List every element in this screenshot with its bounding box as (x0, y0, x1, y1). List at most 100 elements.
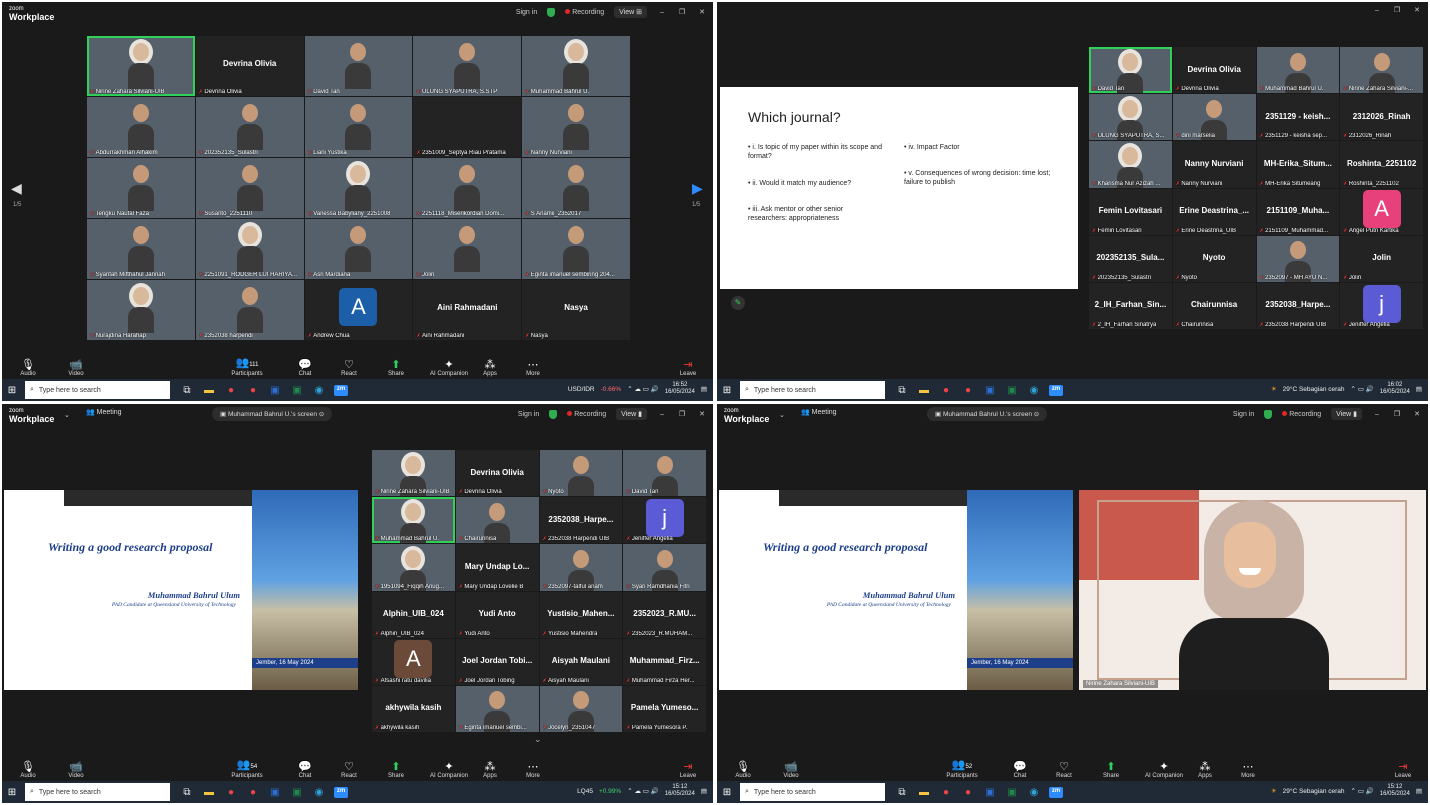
audio-button[interactable]: 🎙 Audio (8, 359, 48, 377)
react-button[interactable]: ♡ React (329, 761, 369, 779)
file-explorer-icon[interactable]: ▬ (202, 787, 216, 798)
participant-tile[interactable]: 2351129 - keish... 2351129 - keisha sep..… (1256, 94, 1340, 141)
excel-icon[interactable]: ▣ (290, 787, 304, 798)
participant-tile[interactable]: David Tan (1089, 47, 1172, 94)
ai-companion-button[interactable]: ✦ AI Companion (425, 761, 473, 779)
clock[interactable]: 15:12 16/05/2024 (665, 784, 695, 798)
participant-tile[interactable]: Nurajdina Harahap (87, 280, 195, 340)
participant-tile[interactable]: 1951094_Fiqqih Anug... (372, 544, 455, 591)
participant-tile[interactable]: ULUNG SYAPUTRA, S.STP (413, 36, 522, 96)
active-speaker-video[interactable]: Nirine Zahara Silviani-UIB (1079, 490, 1426, 690)
participant-tile[interactable]: 2352097-talful anam (539, 544, 623, 591)
participant-tile[interactable]: 2352038_Harpe... 2352038 Harpendi UIB (539, 497, 623, 544)
maximize-icon[interactable]: ❐ (677, 8, 687, 16)
word-icon[interactable]: ▣ (983, 385, 997, 396)
recording-indicator[interactable]: Recording (567, 411, 606, 418)
clock[interactable]: 16:52 16/05/2024 (665, 382, 695, 396)
participant-tile[interactable]: AAngel Putri Kartika (1340, 188, 1423, 235)
participant-tile[interactable]: Chairunnisa Chairunnisa (1172, 282, 1256, 329)
share-button[interactable]: ⬆ Share (1091, 761, 1131, 779)
tray-icons[interactable]: ⌃ ▭ 🔊 (1351, 787, 1374, 795)
chevron-down-icon[interactable]: ⌄ (534, 734, 542, 745)
participant-tile[interactable]: Liani Yustika (304, 97, 413, 157)
participant-tile[interactable]: 2352097 - MH AYU N... (1256, 235, 1340, 282)
chat-button[interactable]: 💬 Chat (285, 761, 325, 779)
meeting-info[interactable]: 👥 Meeting (801, 408, 837, 416)
participant-tile[interactable]: Nirine Zahara Silviani-... (1340, 47, 1423, 94)
file-explorer-icon[interactable]: ▬ (917, 787, 931, 798)
participant-tile[interactable]: Jolin (413, 219, 522, 279)
sign-in-button[interactable]: Sign in (518, 411, 539, 418)
zoom-taskbar-icon[interactable]: zm (334, 786, 348, 798)
participant-tile[interactable]: Femin Lovitasari Femin Lovitasari (1089, 188, 1172, 235)
participant-tile[interactable]: Devrina Olivia Devrina Olivia (455, 450, 539, 497)
video-button[interactable]: 📹 Video (56, 359, 96, 377)
participant-tile[interactable]: jJeniffer Angelia (1340, 282, 1423, 329)
participant-tile[interactable]: A Andrew Chua (304, 280, 413, 340)
participants-button[interactable]: 👥111 Participants (227, 357, 267, 377)
participant-tile[interactable]: Jolin Jolin (1340, 235, 1423, 282)
participant-tile[interactable]: Devrina Olivia Devrina Olivia (195, 36, 304, 96)
audio-button[interactable]: 🎙 Audio (8, 761, 48, 779)
prev-page-icon[interactable]: ◀ (11, 180, 22, 197)
chrome-icon[interactable]: ● (939, 385, 953, 396)
task-view-icon[interactable]: ⧉ (895, 385, 909, 396)
participant-tile[interactable]: 202352135_Sula... 202352135_Sulastri (1089, 235, 1172, 282)
participant-tile[interactable]: AAfsashi ratu davilia (372, 638, 455, 685)
edge-icon[interactable]: ◉ (1027, 787, 1041, 798)
notification-icon[interactable]: ▤ (1416, 385, 1422, 393)
word-icon[interactable]: ▣ (268, 787, 282, 798)
audio-button[interactable]: 🎙 Audio (723, 761, 763, 779)
participant-tile[interactable]: Devrina Olivia Devrina Olivia (1172, 47, 1256, 94)
leave-button[interactable]: ⇥ Leave (668, 359, 708, 377)
participant-tile[interactable]: Erine Deastrina_... Erine Deastrina_UIB (1172, 188, 1256, 235)
participant-tile[interactable]: Aisyah Maulani Aisyah Maulani (539, 638, 623, 685)
annotate-icon[interactable]: ✎ (731, 296, 745, 310)
participant-tile[interactable]: ULUNG SYAPUTRA, S... (1089, 94, 1172, 141)
word-icon[interactable]: ▣ (268, 385, 282, 396)
windows-start-icon[interactable]: ⊞ (717, 385, 737, 396)
task-view-icon[interactable]: ⧉ (895, 787, 909, 798)
task-view-icon[interactable]: ⧉ (180, 787, 194, 798)
chrome-icon[interactable]: ● (961, 385, 975, 396)
participant-tile[interactable]: Nirine Zahara Silviani-UIB (87, 36, 195, 96)
chat-button[interactable]: 💬 Chat (1000, 761, 1040, 779)
participant-tile[interactable]: 2251118_Miserikordian Domi... (413, 158, 522, 218)
windows-start-icon[interactable]: ⊞ (2, 385, 22, 396)
video-button[interactable]: 📹 Video (771, 761, 811, 779)
sign-in-button[interactable]: Sign in (516, 9, 537, 16)
recording-indicator[interactable]: Recording (565, 9, 604, 16)
excel-icon[interactable]: ▣ (290, 385, 304, 396)
windows-start-icon[interactable]: ⊞ (717, 787, 737, 798)
participant-tile[interactable]: Joel Jordan Tobi... Joel Jordan Tobing (455, 638, 539, 685)
next-page-icon[interactable]: ▶ (692, 180, 703, 197)
participant-tile[interactable]: Asri Mardiana (304, 219, 413, 279)
tray-icons[interactable]: ⌃ ☁ ▭ 🔊 (627, 385, 659, 393)
task-view-icon[interactable]: ⧉ (180, 385, 194, 396)
participant-tile[interactable]: Jocelyn_2351047 (539, 685, 623, 732)
chevron-down-icon[interactable]: ⌄ (779, 411, 785, 419)
participant-tile[interactable]: Roshinta_2251102 Roshinta_2251102 (1340, 141, 1423, 188)
participant-tile[interactable]: 2351009_Septya Riau Pratama (413, 97, 522, 157)
participant-tile[interactable]: 2_IH_Farhan_Sin... 2_IH_Farhan Sinatrya (1089, 282, 1172, 329)
participant-tile[interactable]: Syarifah Mifthahul Jannah (87, 219, 195, 279)
participant-tile[interactable]: David Tan (623, 450, 706, 497)
participant-tile[interactable]: Yustisio_Mahen... Yustisio Mahendra (539, 591, 623, 638)
participant-tile[interactable]: Aini Rahmadani Aini Rahmadani (413, 280, 522, 340)
more-button[interactable]: ⋯ More (513, 761, 553, 779)
sign-in-button[interactable]: Sign in (1233, 411, 1254, 418)
notification-icon[interactable]: ▤ (701, 385, 707, 393)
chrome-icon[interactable]: ● (246, 787, 260, 798)
participant-tile[interactable]: Eginta imanuel sembiring 204... (522, 219, 630, 279)
apps-button[interactable]: ⁂ Apps (470, 359, 510, 377)
participant-tile[interactable]: David Tan (304, 36, 413, 96)
apps-button[interactable]: ⁂ Apps (1185, 761, 1225, 779)
participants-button[interactable]: 👥52 Participants (942, 759, 982, 779)
zoom-taskbar-icon[interactable]: zm (1049, 786, 1063, 798)
taskbar-search-input[interactable]: ⌕ Type here to search (740, 381, 885, 399)
participant-tile[interactable]: Abdurrakhman Alhakim (87, 97, 195, 157)
zoom-taskbar-icon[interactable]: zm (334, 384, 348, 396)
maximize-icon[interactable]: ❐ (677, 410, 687, 418)
participant-tile[interactable]: Muhammad Bahrul U. (522, 36, 630, 96)
participant-tile[interactable]: 2352023_R.MU... 2352023_R.MUHAM... (623, 591, 706, 638)
